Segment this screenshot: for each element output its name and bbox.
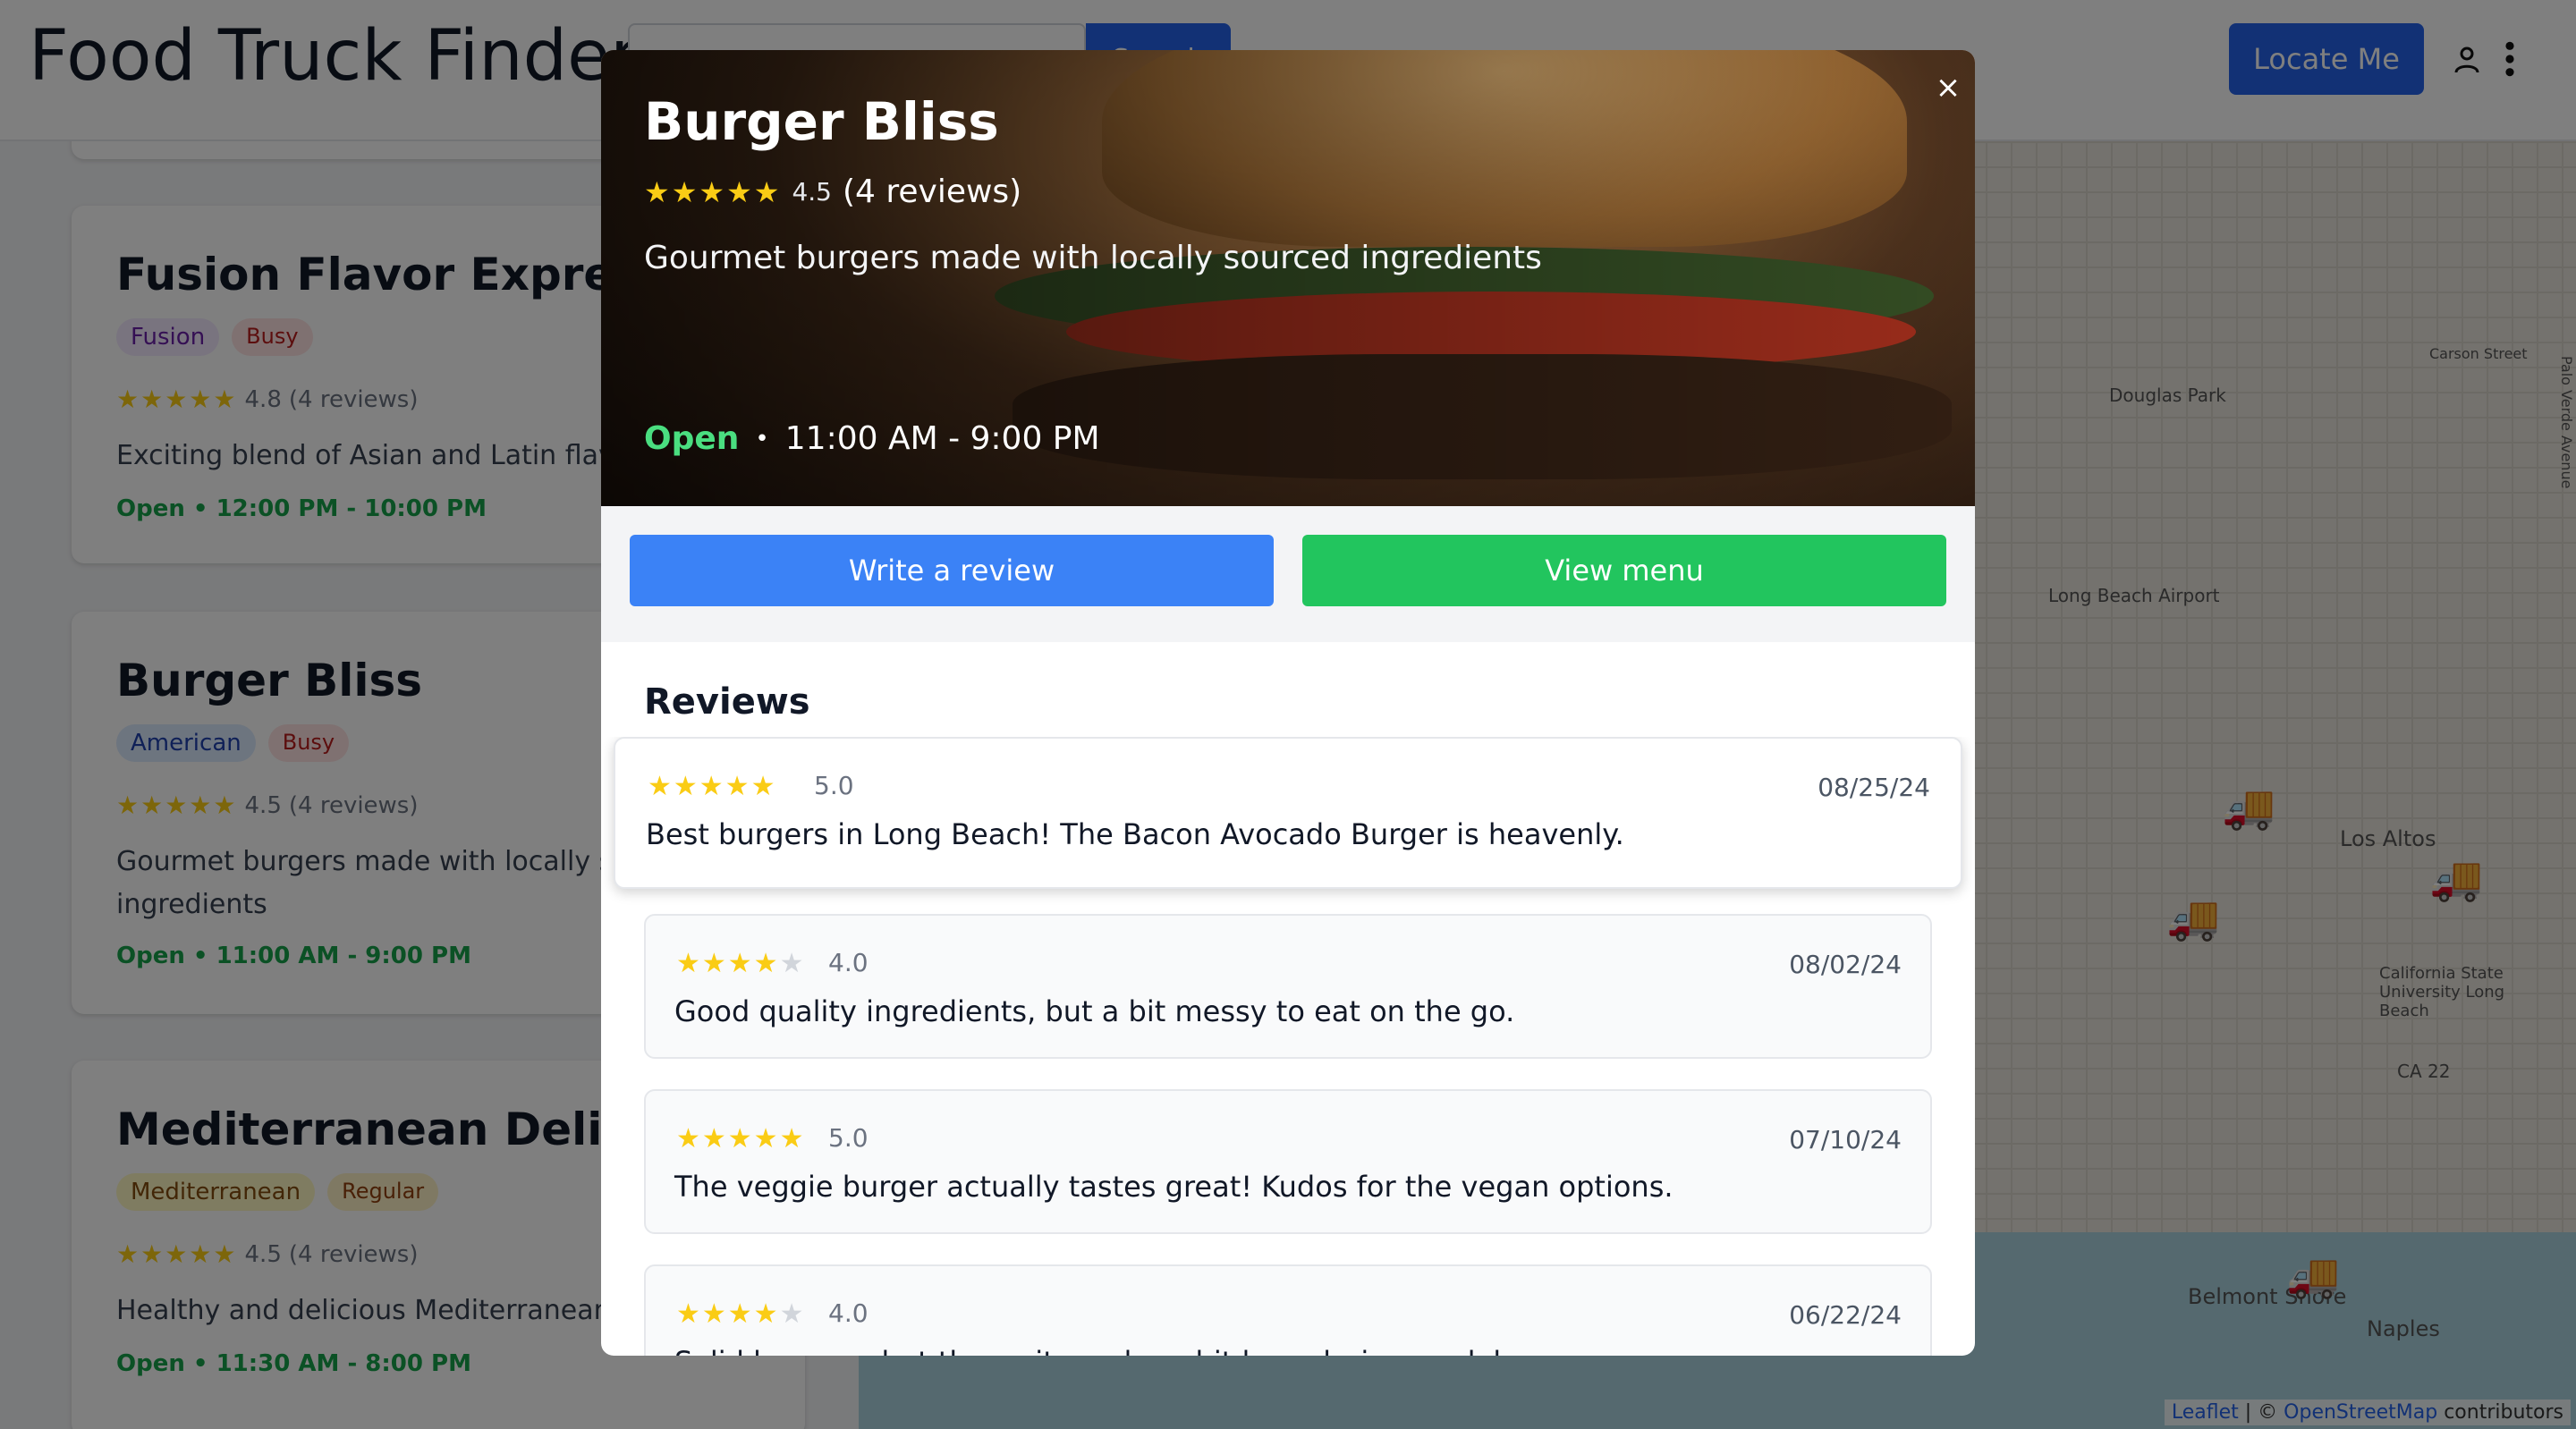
hero-image: Burger Bliss ★★★★★ 4.5 (4 reviews) Gourm… xyxy=(601,50,1975,506)
review-score: 4.0 xyxy=(828,1298,869,1328)
review-item: ★★★★★ 4.0 06/22/24 Solid burgers, but th… xyxy=(644,1264,1932,1356)
review-score: 5.0 xyxy=(828,1123,869,1153)
open-status: Open xyxy=(644,420,740,457)
review-stars: ★★★★★ xyxy=(676,1298,806,1330)
action-bar: Write a review View menu xyxy=(601,506,1975,642)
review-date: 08/02/24 xyxy=(1789,950,1902,979)
review-item: ★★★★★ 4.0 08/02/24 Good quality ingredie… xyxy=(644,914,1932,1059)
close-icon[interactable]: × xyxy=(1932,72,1964,104)
rating-value: 4.5 xyxy=(792,177,832,207)
review-item: ★★★★★ 5.0 07/10/24 The veggie burger act… xyxy=(644,1089,1932,1234)
modal-truck-name: Burger Bliss xyxy=(644,91,999,152)
star-rating-icon: ★★★★★ xyxy=(644,174,782,209)
review-date: 06/22/24 xyxy=(1789,1300,1902,1330)
write-review-button[interactable]: Write a review xyxy=(630,535,1274,606)
review-date: 08/25/24 xyxy=(1818,773,1930,802)
review-date: 07/10/24 xyxy=(1789,1125,1902,1154)
separator-dot: • xyxy=(755,425,769,452)
review-text: The veggie burger actually tastes great!… xyxy=(674,1170,1674,1204)
reviews-list[interactable]: ★★★★★ 5.0 08/25/24 Best burgers in Long … xyxy=(601,737,1975,1356)
review-stars: ★★★★★ xyxy=(648,771,777,802)
hours-text: 11:00 AM - 9:00 PM xyxy=(784,420,1100,457)
review-item: ★★★★★ 5.0 08/25/24 Best burgers in Long … xyxy=(614,737,1962,889)
modal-status: Open • 11:00 AM - 9:00 PM xyxy=(644,420,1100,457)
review-stars: ★★★★★ xyxy=(676,948,806,979)
review-stars: ★★★★★ xyxy=(676,1123,806,1154)
review-score: 5.0 xyxy=(814,771,854,800)
modal-rating: ★★★★★ 4.5 (4 reviews) xyxy=(644,173,1021,210)
modal-description: Gourmet burgers made with locally source… xyxy=(644,240,1542,276)
view-menu-button[interactable]: View menu xyxy=(1302,535,1946,606)
review-text: Best burgers in Long Beach! The Bacon Av… xyxy=(646,817,1624,851)
review-count: (4 reviews) xyxy=(842,173,1022,210)
review-text: Solid burgers, but the wait can be a bit… xyxy=(674,1345,1583,1356)
reviews-heading: Reviews xyxy=(644,681,810,723)
review-score: 4.0 xyxy=(828,948,869,977)
review-text: Good quality ingredients, but a bit mess… xyxy=(674,994,1515,1028)
truck-detail-modal: Burger Bliss ★★★★★ 4.5 (4 reviews) Gourm… xyxy=(601,50,1975,1356)
